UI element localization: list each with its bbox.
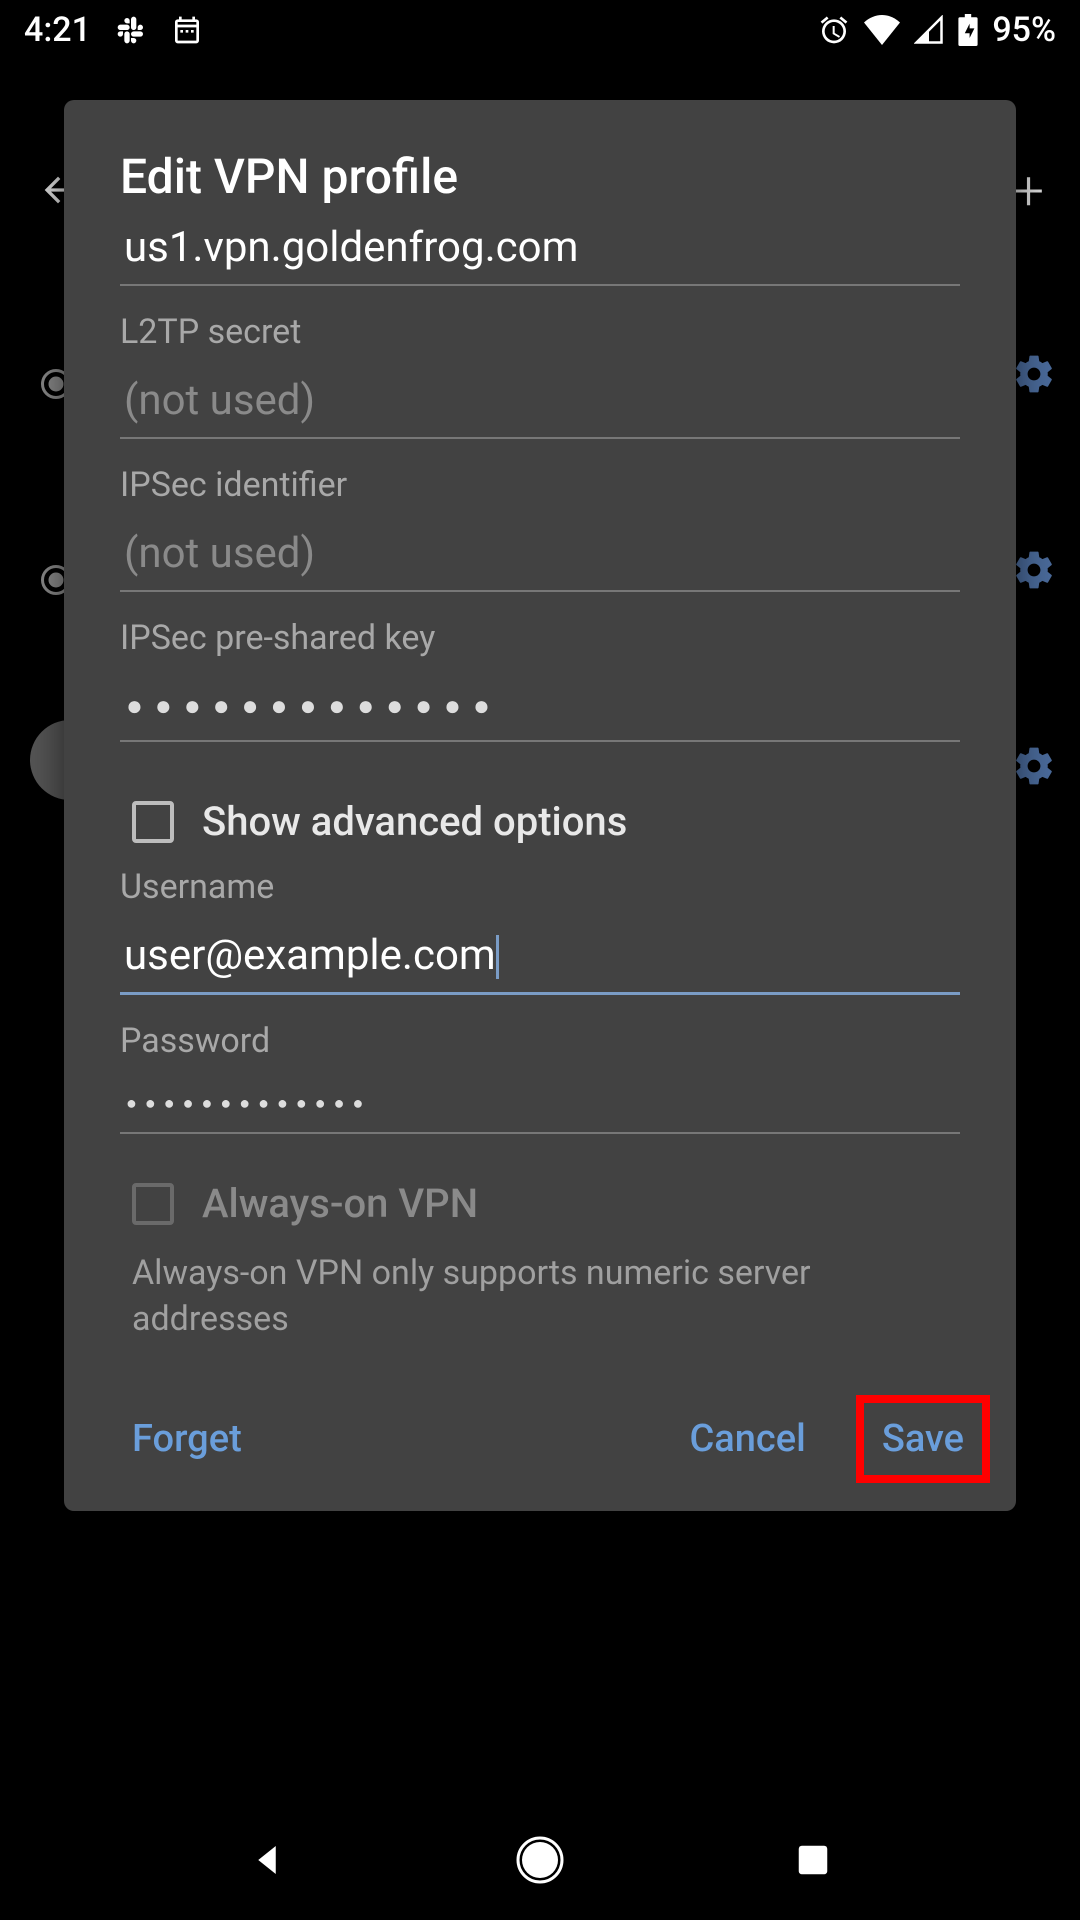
always-on-checkbox: Always-on VPN	[120, 1152, 960, 1249]
always-on-helper-text: Always-on VPN only supports numeric serv…	[120, 1249, 960, 1379]
edit-vpn-dialog: Edit VPN profile L2TP secret IPSec ident…	[64, 100, 1016, 1511]
show-advanced-checkbox[interactable]: Show advanced options	[120, 760, 960, 867]
server-address-field[interactable]	[120, 205, 960, 286]
add-icon: +	[1013, 160, 1044, 223]
ipsec-psk-label: IPSec pre-shared key	[120, 618, 960, 658]
dialog-title: Edit VPN profile	[64, 148, 1016, 205]
gear-icon	[1012, 352, 1056, 400]
nav-home-button[interactable]	[500, 1820, 580, 1900]
battery-percent: 95%	[992, 10, 1056, 50]
show-advanced-label: Show advanced options	[202, 798, 627, 845]
status-bar: 4:21 95%	[0, 0, 1080, 60]
ipsec-psk-field[interactable]: ●●●●●●●●●●●●●	[120, 664, 960, 742]
gear-icon	[1012, 744, 1056, 792]
save-button[interactable]: Save	[870, 1409, 976, 1469]
text-cursor	[496, 935, 499, 979]
nav-back-button[interactable]	[227, 1820, 307, 1900]
password-label: Password	[120, 1021, 960, 1061]
username-label: Username	[120, 867, 960, 907]
alarm-icon	[818, 14, 850, 46]
slack-icon	[115, 14, 147, 46]
always-on-label: Always-on VPN	[202, 1180, 478, 1227]
nav-recent-button[interactable]	[773, 1820, 853, 1900]
navigation-bar	[0, 1800, 1080, 1920]
ipsec-identifier-field[interactable]	[120, 511, 960, 592]
wifi-icon	[864, 15, 900, 45]
status-time: 4:21	[24, 10, 91, 50]
battery-icon	[958, 14, 978, 46]
forget-button[interactable]: Forget	[120, 1409, 254, 1469]
password-field[interactable]: ●●●●●●●●●●●●●	[120, 1067, 960, 1134]
l2tp-secret-label: L2TP secret	[120, 312, 960, 352]
cellular-icon	[914, 15, 944, 45]
checkbox-icon	[132, 801, 174, 843]
l2tp-secret-field[interactable]	[120, 358, 960, 439]
ipsec-identifier-label: IPSec identifier	[120, 465, 960, 505]
gear-icon	[1012, 548, 1056, 596]
username-field[interactable]	[120, 913, 960, 995]
calendar-icon	[171, 14, 203, 46]
cancel-button[interactable]: Cancel	[677, 1409, 817, 1469]
checkbox-icon	[132, 1183, 174, 1225]
